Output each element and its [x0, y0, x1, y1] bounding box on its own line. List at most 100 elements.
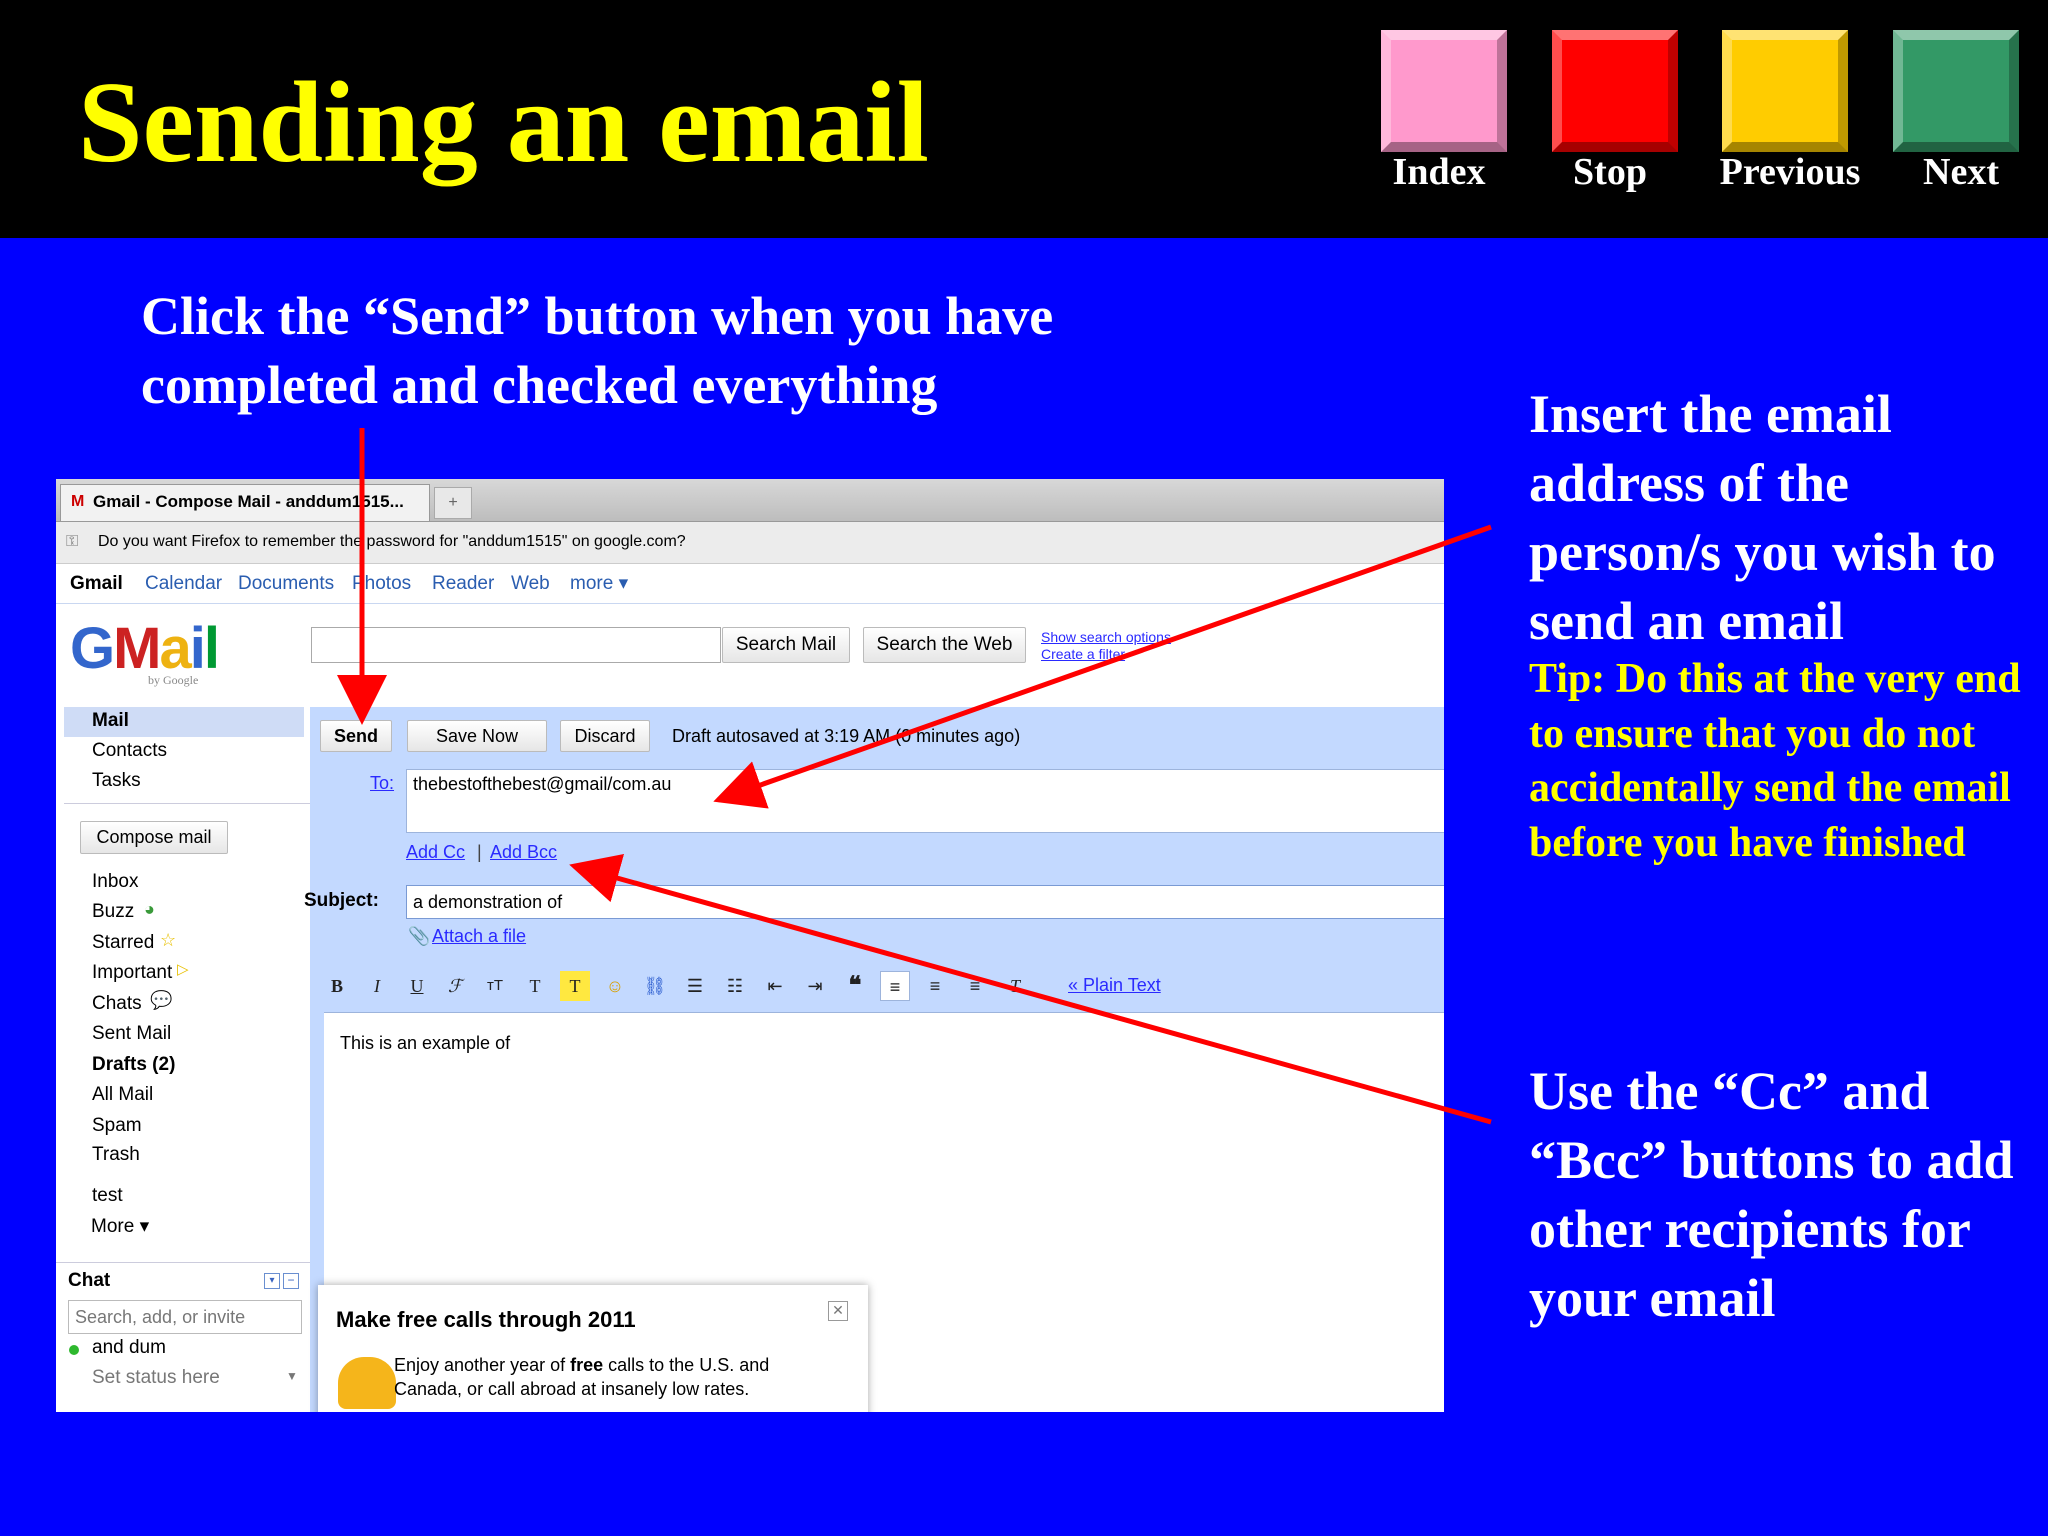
subject-label: Subject:: [304, 890, 379, 911]
send-button[interactable]: Send: [320, 720, 392, 752]
left-navigation: Mail Contacts Tasks Compose mail Inbox B…: [56, 704, 310, 1412]
attach-file-link[interactable]: Attach a file: [432, 926, 526, 947]
status-dropdown-icon[interactable]: ▼: [286, 1369, 298, 1383]
gbar-photos[interactable]: Photos: [352, 565, 411, 603]
numbered-list-icon[interactable]: ☰: [680, 971, 710, 1001]
plain-text-link[interactable]: « Plain Text: [1068, 975, 1161, 996]
chat-minimize-icon[interactable]: −: [283, 1273, 299, 1289]
plus-icon: +: [448, 494, 458, 511]
gbar-web[interactable]: Web: [511, 565, 550, 603]
chat-divider: [56, 1262, 310, 1263]
nav-divider: [64, 803, 310, 804]
stop-label: Stop: [1573, 151, 1647, 193]
search-input[interactable]: [311, 627, 721, 663]
gbar-more[interactable]: more ▾: [570, 565, 628, 603]
logo-subtitle: by Google: [148, 673, 199, 687]
add-bcc-link[interactable]: Add Bcc: [490, 842, 557, 863]
chat-dropdown-icon[interactable]: ▾: [264, 1273, 280, 1289]
label-important[interactable]: Important: [92, 962, 172, 984]
label-spam[interactable]: Spam: [92, 1115, 142, 1137]
remove-formatting-icon[interactable]: T: [1000, 971, 1030, 1001]
previous-button[interactable]: [1722, 30, 1848, 152]
label-drafts[interactable]: Drafts (2): [92, 1054, 175, 1076]
browser-tab[interactable]: M Gmail - Compose Mail - anddum1515...: [60, 484, 430, 521]
chat-search-input[interactable]: Search, add, or invite: [68, 1300, 302, 1334]
label-trash[interactable]: Trash: [92, 1144, 140, 1166]
tip-text: Tip: Do this at the very end to ensure t…: [1529, 656, 2021, 866]
to-label-link[interactable]: To:: [370, 773, 394, 794]
text-color-icon[interactable]: T: [520, 971, 550, 1001]
bold-icon[interactable]: B: [322, 971, 352, 1001]
search-web-button[interactable]: Search the Web: [863, 627, 1026, 663]
search-mail-button[interactable]: Search Mail: [722, 627, 850, 663]
chat-user-name[interactable]: and dum: [92, 1337, 166, 1359]
align-right-icon[interactable]: ≡: [960, 971, 990, 1001]
save-now-button[interactable]: Save Now: [407, 720, 547, 752]
label-starred[interactable]: Starred: [92, 932, 154, 954]
google-bar: Gmail Calendar Documents Photos Reader W…: [56, 565, 1444, 604]
next-label: Next: [1923, 151, 1999, 193]
password-prompt-text: Do you want Firefox to remember the pass…: [98, 533, 686, 550]
stop-button[interactable]: [1552, 30, 1678, 152]
promo-text-part: Enjoy another year of: [394, 1355, 571, 1375]
outdent-icon[interactable]: ⇤: [760, 971, 790, 1001]
link-icon[interactable]: ⛓: [640, 971, 670, 1001]
label-chats[interactable]: Chats: [92, 993, 142, 1015]
nav-contacts[interactable]: Contacts: [92, 740, 167, 762]
gmail-screenshot: M Gmail - Compose Mail - anddum1515... +…: [56, 479, 1444, 1412]
important-icon: ▷: [177, 961, 189, 978]
label-sent-mail[interactable]: Sent Mail: [92, 1023, 171, 1045]
add-cc-link[interactable]: Add Cc: [406, 842, 465, 863]
discard-button[interactable]: Discard: [560, 720, 650, 752]
index-label: Index: [1392, 151, 1486, 193]
label-inbox[interactable]: Inbox: [92, 871, 138, 893]
gbar-reader[interactable]: Reader: [432, 565, 494, 603]
buzz-icon: ◕: [144, 899, 155, 919]
label-more[interactable]: More ▾: [91, 1215, 149, 1238]
gbar-documents[interactable]: Documents: [238, 565, 334, 603]
font-icon[interactable]: ℱ: [440, 971, 470, 1001]
browser-tabbar: M Gmail - Compose Mail - anddum1515... +: [56, 479, 1444, 522]
nav-tasks[interactable]: Tasks: [92, 770, 141, 792]
password-notification-bar: ⚿ Do you want Firefox to remember the pa…: [56, 522, 1444, 564]
promo-popup: Make free calls through 2011 ✕ Enjoy ano…: [318, 1285, 868, 1412]
align-left-icon[interactable]: ≡: [880, 971, 910, 1001]
gmail-logo[interactable]: GMail: [70, 619, 220, 679]
align-center-icon[interactable]: ≡: [920, 971, 950, 1001]
bullet-list-icon[interactable]: ☷: [720, 971, 750, 1001]
chat-bubble-icon: 💬: [150, 990, 173, 1010]
close-icon[interactable]: ✕: [828, 1301, 848, 1321]
nav-mail[interactable]: Mail: [92, 710, 129, 732]
chat-status[interactable]: Set status here: [92, 1367, 220, 1389]
highlight-icon[interactable]: T: [560, 971, 590, 1001]
chat-header: Chat: [68, 1270, 111, 1291]
show-search-options-link[interactable]: Show search options: [1041, 629, 1171, 645]
new-tab-button[interactable]: +: [434, 487, 472, 519]
next-button[interactable]: [1893, 30, 2019, 152]
formatting-toolbar: B I U ℱ тT T T ☺ ⛓ ☰ ☷ ⇤ ⇥ ❝ ≡ ≡ ≡ T « P…: [310, 971, 1444, 1007]
italic-icon[interactable]: I: [362, 971, 392, 1001]
label-all-mail[interactable]: All Mail: [92, 1084, 153, 1106]
online-status-icon: [69, 1345, 79, 1355]
gbar-gmail[interactable]: Gmail: [70, 565, 123, 603]
cc-bcc-separator: |: [477, 842, 482, 862]
font-size-icon[interactable]: тT: [480, 971, 510, 1001]
compose-mail-button[interactable]: Compose mail: [80, 821, 228, 854]
body-text: This is an example of: [340, 1033, 511, 1053]
draft-status: Draft autosaved at 3:19 AM (0 minutes ag…: [672, 726, 1021, 746]
to-field[interactable]: thebestofthebest@gmail/com.au: [406, 769, 1444, 833]
cc-instruction: Use the “Cc” and “Bcc” buttons to add ot…: [1529, 1061, 2014, 1328]
subject-field[interactable]: a demonstration of: [406, 885, 1444, 919]
index-button[interactable]: [1381, 30, 1507, 152]
label-test[interactable]: test: [92, 1185, 123, 1207]
indent-icon[interactable]: ⇥: [800, 971, 830, 1001]
promo-text-bold: free: [570, 1355, 604, 1375]
underline-icon[interactable]: U: [402, 971, 432, 1001]
gbar-calendar[interactable]: Calendar: [145, 565, 222, 603]
label-buzz[interactable]: Buzz: [92, 901, 134, 923]
emoticon-icon[interactable]: ☺: [600, 971, 630, 1001]
create-filter-link[interactable]: Create a filter: [1041, 646, 1125, 662]
send-instruction: Click the “Send” button when you have co…: [141, 286, 1054, 415]
quote-icon[interactable]: ❝: [840, 971, 870, 1001]
phone-icon: [338, 1357, 396, 1409]
